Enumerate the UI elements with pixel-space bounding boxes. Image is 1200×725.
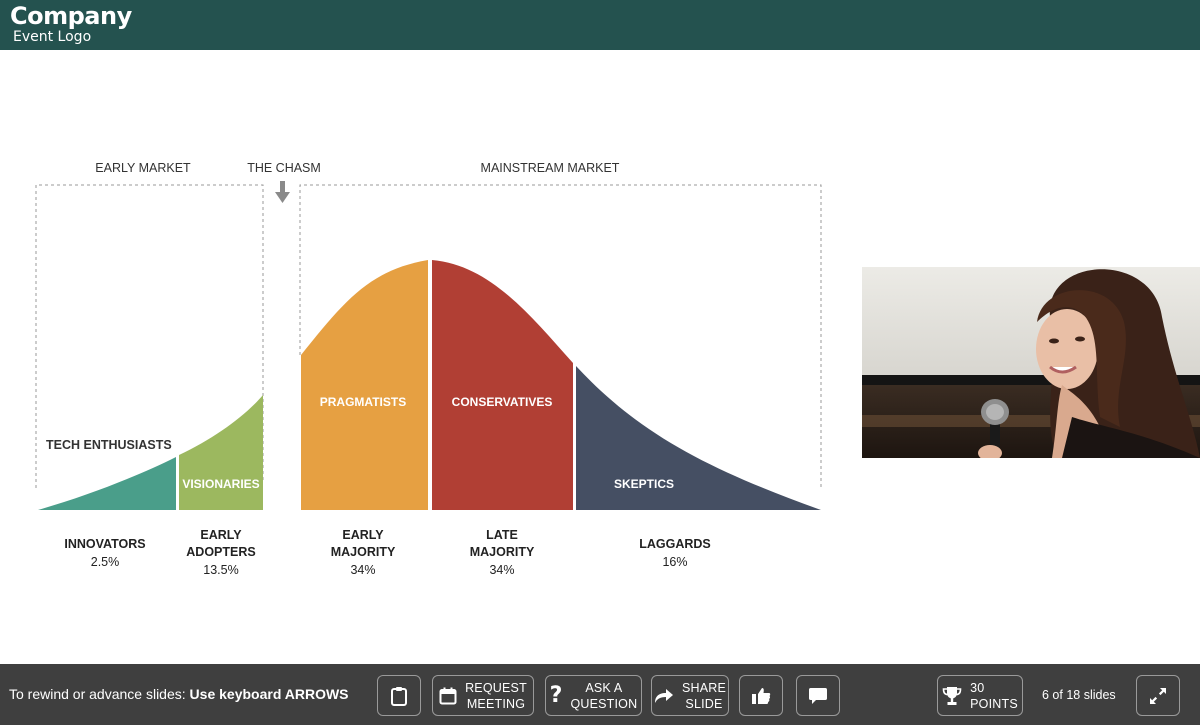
navigation-hint: To rewind or advance slides: Use keyboar… bbox=[9, 686, 349, 702]
slide-counter: 6 of 18 slides bbox=[1042, 688, 1116, 702]
segment-late-majority bbox=[432, 260, 573, 510]
speaker-video[interactable] bbox=[862, 267, 1200, 458]
hint-bold: Use keyboard ARROWS bbox=[189, 686, 349, 702]
share-arrow-icon bbox=[654, 688, 674, 704]
header-bar: Company Event Logo bbox=[0, 0, 1200, 50]
points-label: POINTS bbox=[970, 696, 1018, 711]
group-early-majority-share: 34% bbox=[350, 563, 375, 577]
chasm-arrow-icon bbox=[275, 181, 290, 203]
hint-prefix: To rewind or advance slides: bbox=[9, 686, 190, 702]
bottom-control-bar: To rewind or advance slides: Use keyboar… bbox=[0, 664, 1200, 725]
request-meeting-button[interactable]: REQUEST MEETING bbox=[432, 675, 534, 716]
request-meeting-label-2: MEETING bbox=[466, 696, 526, 711]
share-slide-label-1: SHARE bbox=[681, 680, 727, 695]
ask-question-button[interactable]: ? ASK A QUESTION bbox=[545, 675, 642, 716]
request-meeting-label-1: REQUEST bbox=[465, 680, 527, 695]
calendar-icon bbox=[439, 687, 457, 705]
group-early-majority-name-1: EARLY bbox=[342, 528, 384, 542]
label-early-market: EARLY MARKET bbox=[95, 161, 191, 175]
expand-icon bbox=[1149, 687, 1167, 705]
segment-early-majority bbox=[301, 260, 428, 510]
thumbs-up-icon bbox=[751, 687, 771, 705]
group-early-adopters-name-1: EARLY bbox=[200, 528, 242, 542]
label-skeptics: SKEPTICS bbox=[614, 477, 674, 491]
group-late-majority-name-2: MAJORITY bbox=[470, 545, 535, 559]
label-visionaries: VISIONARIES bbox=[182, 477, 259, 491]
points-value: 30 bbox=[970, 680, 985, 695]
label-conservatives: CONSERVATIVES bbox=[452, 395, 553, 409]
share-slide-button[interactable]: SHARE SLIDE bbox=[651, 675, 729, 716]
notes-button[interactable] bbox=[377, 675, 421, 716]
group-laggards-name: LAGGARDS bbox=[639, 537, 711, 551]
ask-question-label-2: QUESTION bbox=[570, 696, 638, 711]
group-early-majority-name-2: MAJORITY bbox=[331, 545, 396, 559]
group-innovators-name: INNOVATORS bbox=[64, 537, 145, 551]
group-laggards-share: 16% bbox=[662, 555, 687, 569]
trophy-icon bbox=[942, 686, 962, 706]
question-mark-icon: ? bbox=[549, 683, 563, 708]
chat-button[interactable] bbox=[796, 675, 840, 716]
like-button[interactable] bbox=[739, 675, 783, 716]
points-button[interactable]: 30 POINTS bbox=[937, 675, 1023, 716]
group-late-majority-name-1: LATE bbox=[486, 528, 518, 542]
segment-innovators bbox=[38, 457, 176, 510]
label-pragmatists: PRAGMATISTS bbox=[320, 395, 406, 409]
segment-laggards bbox=[576, 366, 821, 510]
chat-bubble-icon bbox=[808, 687, 828, 705]
clipboard-icon bbox=[390, 686, 408, 706]
event-logo: Event Logo bbox=[13, 29, 92, 45]
company-name: Company bbox=[10, 2, 132, 30]
share-slide-label-2: SLIDE bbox=[685, 696, 723, 711]
fullscreen-button[interactable] bbox=[1136, 675, 1180, 716]
label-tech-enthusiasts: TECH ENTHUSIASTS bbox=[46, 438, 172, 452]
label-mainstream-market: MAINSTREAM MARKET bbox=[481, 161, 620, 175]
group-early-adopters-share: 13.5% bbox=[203, 563, 238, 577]
group-early-adopters-name-2: ADOPTERS bbox=[186, 545, 255, 559]
label-the-chasm: THE CHASM bbox=[247, 161, 321, 175]
speaker-image bbox=[862, 267, 1200, 458]
group-late-majority-share: 34% bbox=[489, 563, 514, 577]
group-innovators-share: 2.5% bbox=[91, 555, 120, 569]
ask-question-label-1: ASK A bbox=[585, 680, 623, 695]
segment-early-adopters bbox=[179, 395, 263, 510]
